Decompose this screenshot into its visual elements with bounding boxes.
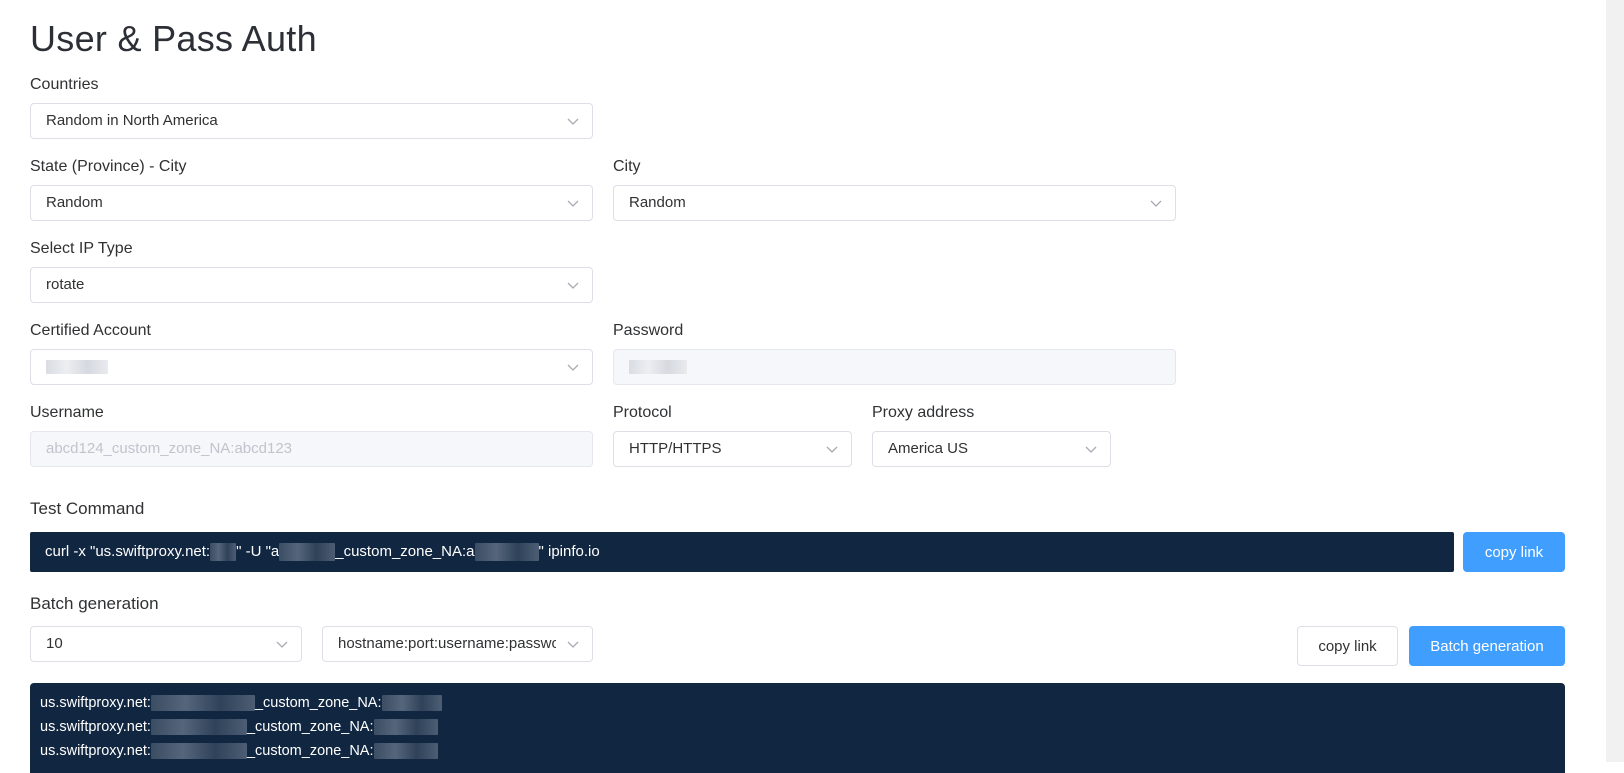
chevron-down-icon bbox=[825, 442, 839, 456]
batch-format-select[interactable]: hostname:port:username:password bbox=[322, 626, 593, 662]
batch-count-value: 10 bbox=[46, 635, 63, 652]
redacted-password bbox=[381, 695, 442, 712]
batch-output[interactable]: us.swiftproxy.net: _custom_zone_NA: us.sw… bbox=[30, 683, 1565, 773]
test-command-part4: " ipinfo.io bbox=[538, 543, 600, 560]
password-field[interactable] bbox=[613, 349, 1176, 385]
ip-type-label: Select IP Type bbox=[30, 240, 133, 257]
password-label: Password bbox=[613, 322, 684, 339]
output-host: us.swiftproxy.net: bbox=[40, 695, 151, 711]
copy-test-command-button[interactable]: copy link bbox=[1463, 532, 1565, 572]
chevron-down-icon bbox=[1149, 196, 1163, 210]
account-value-redacted bbox=[46, 360, 108, 375]
account-select[interactable] bbox=[30, 349, 593, 385]
proxy-address-select[interactable]: America US bbox=[872, 431, 1111, 467]
city-value: Random bbox=[629, 194, 686, 211]
output-host: us.swiftproxy.net: bbox=[40, 719, 151, 735]
proxy-address-label: Proxy address bbox=[872, 404, 975, 421]
test-command-part3: _custom_zone_NA:a bbox=[335, 543, 475, 560]
output-host: us.swiftproxy.net: bbox=[40, 743, 151, 759]
redacted-credentials bbox=[150, 743, 247, 760]
countries-select[interactable]: Random in North America bbox=[30, 103, 593, 139]
state-value: Random bbox=[46, 194, 103, 211]
redacted-password bbox=[373, 743, 438, 760]
copy-batch-button[interactable]: copy link bbox=[1297, 626, 1398, 666]
chevron-down-icon bbox=[566, 637, 580, 651]
state-label: State (Province) - City bbox=[30, 158, 187, 175]
chevron-down-icon bbox=[275, 637, 289, 651]
redacted-credentials bbox=[150, 695, 255, 712]
redacted-port bbox=[210, 543, 237, 562]
batch-format-value: hostname:port:username:password bbox=[338, 635, 556, 652]
batch-generation-label: Batch generation bbox=[30, 594, 159, 613]
ip-type-value: rotate bbox=[46, 276, 85, 293]
countries-value: Random in North America bbox=[46, 112, 218, 129]
user-pass-auth-page: User & Pass Auth Countries Random in Nor… bbox=[0, 0, 1624, 773]
test-command-box[interactable]: curl -x "us.swiftproxy.net: " -U "a _custo… bbox=[30, 532, 1454, 572]
redacted-password bbox=[373, 719, 438, 736]
test-command-part2: " -U "a bbox=[236, 543, 280, 560]
test-command-label: Test Command bbox=[30, 499, 145, 518]
page-scrollbar[interactable] bbox=[1606, 0, 1624, 762]
chevron-down-icon bbox=[1084, 442, 1098, 456]
output-zone: _custom_zone_NA: bbox=[254, 695, 382, 711]
chevron-down-icon bbox=[566, 196, 580, 210]
account-label: Certified Account bbox=[30, 322, 151, 339]
ip-type-select[interactable]: rotate bbox=[30, 267, 593, 303]
username-label: Username bbox=[30, 404, 104, 421]
redacted-pass bbox=[474, 543, 539, 562]
output-zone: _custom_zone_NA: bbox=[246, 719, 374, 735]
output-zone: _custom_zone_NA: bbox=[246, 743, 374, 759]
protocol-label: Protocol bbox=[613, 404, 672, 421]
protocol-select[interactable]: HTTP/HTTPS bbox=[613, 431, 852, 467]
protocol-value: HTTP/HTTPS bbox=[629, 440, 722, 457]
chevron-down-icon bbox=[566, 114, 580, 128]
test-command-part1: curl -x "us.swiftproxy.net: bbox=[45, 543, 211, 560]
city-select[interactable]: Random bbox=[613, 185, 1176, 221]
batch-output-line: us.swiftproxy.net: _custom_zone_NA: bbox=[40, 739, 1555, 763]
redacted-credentials bbox=[150, 719, 247, 736]
batch-output-line: us.swiftproxy.net: _custom_zone_NA: bbox=[40, 691, 1555, 715]
batch-count-select[interactable]: 10 bbox=[30, 626, 302, 662]
redacted-user bbox=[279, 543, 336, 562]
countries-label: Countries bbox=[30, 76, 99, 93]
username-placeholder: abcd124_custom_zone_NA:abcd123 bbox=[46, 440, 293, 457]
state-select[interactable]: Random bbox=[30, 185, 593, 221]
city-label: City bbox=[613, 158, 641, 175]
chevron-down-icon bbox=[566, 278, 580, 292]
batch-generation-button[interactable]: Batch generation bbox=[1409, 626, 1565, 666]
password-value-redacted bbox=[629, 360, 687, 375]
batch-output-line: us.swiftproxy.net: _custom_zone_NA: bbox=[40, 715, 1555, 739]
username-field[interactable]: abcd124_custom_zone_NA:abcd123 bbox=[30, 431, 593, 467]
page-title: User & Pass Auth bbox=[30, 18, 317, 59]
chevron-down-icon bbox=[566, 360, 580, 374]
proxy-address-value: America US bbox=[888, 440, 969, 457]
